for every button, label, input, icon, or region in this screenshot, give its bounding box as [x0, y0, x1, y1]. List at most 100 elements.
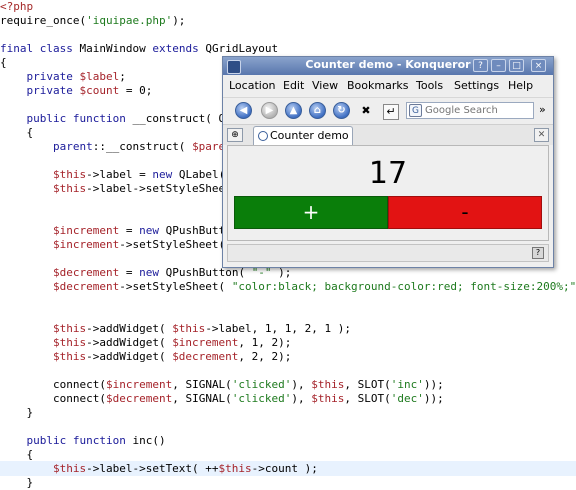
code-line: public function __construct( Q — [0, 112, 225, 126]
code-token: 'dec' — [390, 392, 424, 405]
code-token: inc() — [132, 434, 166, 447]
code-token: , SIGNAL( — [172, 392, 232, 405]
code-token: connect( — [0, 392, 106, 405]
back-arrow-icon: ◀ — [239, 105, 248, 116]
menu-help[interactable]: Help — [508, 79, 533, 92]
reload-icon: ↻ — [337, 105, 346, 116]
menu-view[interactable]: View — [312, 79, 338, 92]
security-icon[interactable]: ? — [532, 247, 544, 259]
code-token: = — [119, 224, 140, 237]
code-token: , SLOT( — [344, 392, 391, 405]
code-token: )); — [423, 392, 444, 405]
stop-icon: ✖ — [361, 104, 371, 117]
google-search-icon[interactable]: G — [409, 104, 422, 117]
code-line: { — [0, 448, 33, 462]
code-line: final class MainWindow extends QGridLayo… — [0, 42, 278, 56]
code-token: $decrement — [172, 350, 239, 363]
code-token: = — [119, 266, 140, 279]
code-token: extends — [152, 42, 206, 55]
decrement-button[interactable]: - — [388, 196, 542, 229]
code-token: private — [0, 70, 80, 83]
code-token: ->label->setText( ++ — [86, 462, 219, 475]
code-line: <?php — [0, 0, 33, 14]
code-token: connect( — [0, 378, 106, 391]
toolbar: ◀ ▶ ▲ ⌂ ↻ ✖ ↵ G » — [223, 97, 553, 124]
menu-bookmarks[interactable]: Bookmarks — [347, 79, 408, 92]
code-token: ; — [119, 70, 126, 83]
code-line: $this->addWidget( $decrement, 2, 2); — [0, 350, 291, 364]
code-token: <?php — [0, 0, 34, 13]
code-token: $increment — [0, 224, 120, 237]
code-token: $pare — [192, 140, 226, 153]
close-button[interactable]: × — [531, 59, 546, 72]
code-line: parent::__construct( $pare — [0, 140, 225, 154]
back-button[interactable]: ◀ — [235, 102, 252, 119]
stop-button[interactable]: ✖ — [359, 104, 373, 118]
home-icon: ⌂ — [313, 105, 322, 116]
code-token: $increment — [105, 378, 173, 391]
up-button[interactable]: ▲ — [285, 102, 302, 119]
code-line: $this->addWidget( $increment, 1, 2); — [0, 336, 291, 350]
code-token: $decrement — [0, 280, 120, 293]
code-line: $this->label = new QLabel( — [0, 168, 225, 182]
search-box[interactable]: G — [406, 102, 534, 119]
maximize-button[interactable]: □ — [509, 59, 524, 72]
code-token: $this — [172, 322, 206, 335]
menu-edit[interactable]: Edit — [283, 79, 304, 92]
code-token: ->count ); — [251, 462, 318, 475]
menu-bar: Location Edit View Bookmarks Tools Setti… — [223, 76, 553, 96]
home-button[interactable]: ⌂ — [309, 102, 326, 119]
menu-tools[interactable]: Tools — [416, 79, 443, 92]
tab-counter-demo[interactable]: Counter demo — [253, 126, 353, 145]
close-tab-button[interactable]: ✕ — [534, 128, 549, 142]
code-token: , SLOT( — [344, 378, 391, 391]
code-token: ); — [172, 14, 186, 27]
code-token: QGridLayout — [205, 42, 279, 55]
code-token: 'inc' — [390, 378, 424, 391]
code-token: , 1, 2); — [238, 336, 292, 349]
code-line: private $label; — [0, 70, 126, 84]
clear-location-button[interactable]: ↵ — [383, 104, 399, 120]
code-token: $this — [218, 462, 252, 475]
code-token: $this — [0, 182, 87, 195]
code-line: $this->addWidget( $this->label, 1, 1, 2,… — [0, 322, 351, 336]
page-icon — [258, 131, 268, 141]
code-token: ->addWidget( — [86, 336, 173, 349]
code-token: final class — [0, 42, 80, 55]
help-button[interactable]: ? — [473, 59, 488, 72]
code-token: $this — [0, 322, 87, 335]
code-token: $this — [311, 378, 345, 391]
forward-arrow-icon: ▶ — [265, 105, 274, 116]
code-token: QLabel( — [178, 168, 226, 181]
code-token: $increment — [0, 238, 120, 251]
code-token: )); — [423, 378, 444, 391]
title-bar[interactable]: Counter demo - Konqueror ? – □ × — [223, 57, 553, 75]
menu-settings[interactable]: Settings — [454, 79, 499, 92]
menu-location[interactable]: Location — [229, 79, 276, 92]
code-line: } — [0, 406, 33, 420]
code-token: require_once( — [0, 14, 87, 27]
code-token: 'clicked' — [231, 378, 292, 391]
increment-button[interactable]: + — [234, 196, 388, 229]
toolbar-overflow-button[interactable]: » — [539, 103, 546, 116]
code-token: 'clicked' — [231, 392, 292, 405]
code-token: $this — [0, 350, 87, 363]
code-token: ->setStyleSheet( — [119, 238, 226, 251]
new-tab-button[interactable]: ⊕ — [227, 128, 243, 142]
code-token: __construct( Q — [132, 112, 226, 125]
search-input[interactable] — [425, 104, 529, 117]
code-token: $decrement — [0, 266, 120, 279]
code-line: { — [0, 56, 7, 70]
forward-button[interactable]: ▶ — [261, 102, 278, 119]
code-token: new — [152, 168, 179, 181]
code-token: = 0; — [119, 84, 153, 97]
clear-location-icon: ↵ — [386, 105, 396, 118]
code-token: $this — [0, 168, 87, 181]
code-token: $decrement — [105, 392, 173, 405]
code-line: connect($increment, SIGNAL('clicked'), $… — [0, 378, 444, 392]
minimize-button[interactable]: – — [491, 59, 506, 72]
reload-button[interactable]: ↻ — [333, 102, 350, 119]
code-token: } — [0, 406, 34, 419]
code-token: { — [0, 126, 34, 139]
status-bar: ? — [227, 244, 549, 262]
